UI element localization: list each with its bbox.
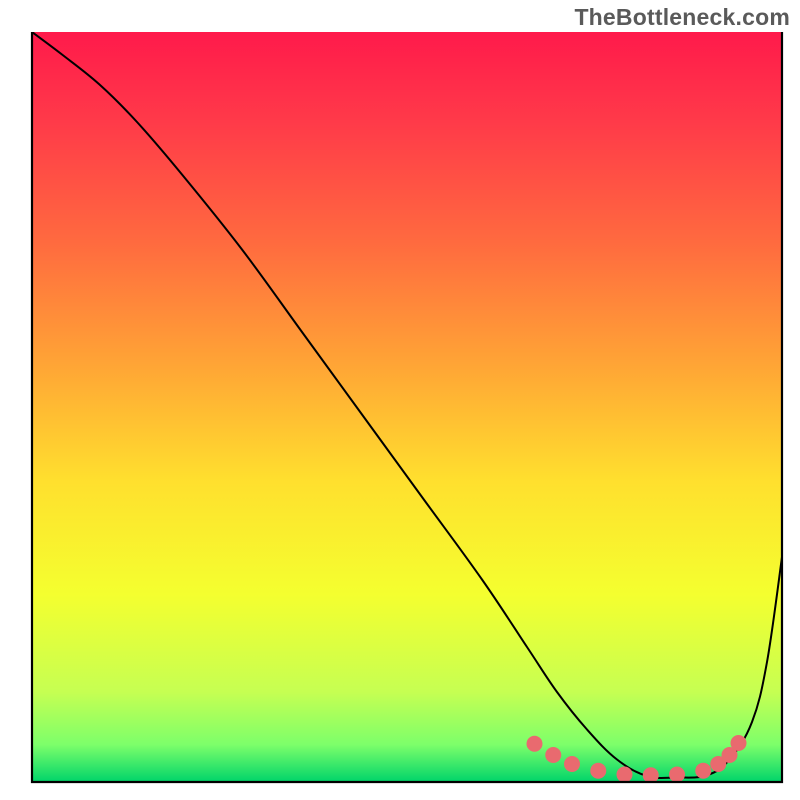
highlight-dot	[527, 736, 543, 752]
chart-stage: TheBottleneck.com	[0, 0, 800, 800]
chart-background	[32, 32, 782, 782]
highlight-dot	[695, 763, 711, 779]
highlight-dot	[731, 735, 747, 751]
highlight-dot	[545, 747, 561, 763]
highlight-dot	[564, 756, 580, 772]
highlight-dot	[669, 767, 685, 783]
highlight-dot	[617, 767, 633, 783]
highlight-dot	[590, 763, 606, 779]
highlight-dot	[643, 767, 659, 783]
chart-svg	[0, 0, 800, 800]
